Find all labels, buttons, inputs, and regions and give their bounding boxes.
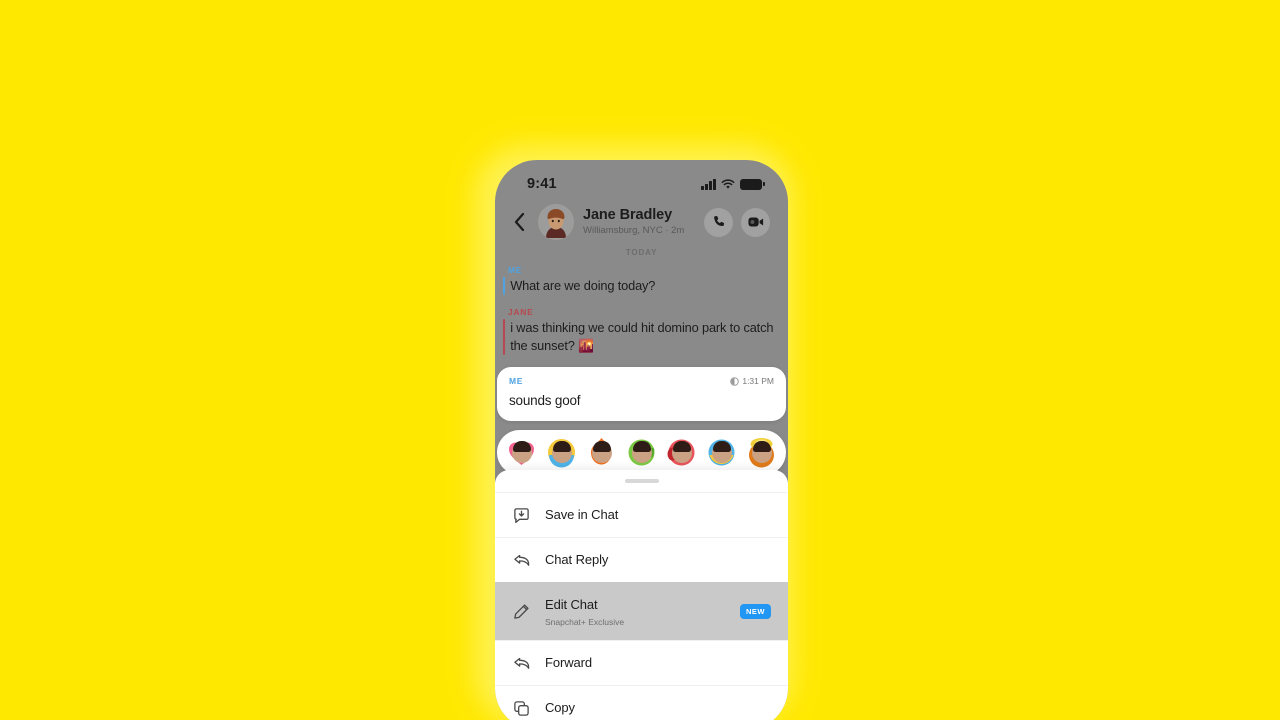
message-list: ME What are we doing today? JANE i was t…	[495, 265, 788, 356]
avatar[interactable]	[538, 204, 574, 240]
date-divider: TODAY	[625, 248, 658, 257]
peer-info: Jane Bradley Williamsburg, NYC · 2m	[583, 207, 695, 237]
status-bar-time: 9:41	[527, 176, 557, 192]
heart-reaction[interactable]	[506, 437, 537, 468]
saved-moon-icon	[730, 377, 740, 386]
bitmoji-face	[711, 440, 732, 463]
video-camera-icon[interactable]	[741, 207, 770, 237]
action-row-save-in-chat[interactable]: Save in Chat	[495, 492, 788, 537]
battery-icon	[740, 178, 765, 190]
action-row-copy[interactable]: Copy	[495, 685, 788, 720]
message-item[interactable]: ME What are we doing today?	[503, 265, 780, 296]
mind-blown-reaction[interactable]	[746, 437, 777, 468]
bitmoji-face	[671, 440, 692, 463]
action-row-label: Chat Reply	[545, 552, 609, 568]
header-actions	[704, 207, 770, 237]
back-chevron-icon[interactable]	[509, 213, 529, 231]
message-text: What are we doing today?	[510, 278, 656, 293]
action-row-label: Edit Chat	[545, 597, 598, 613]
message-sender-label: JANE	[508, 307, 534, 318]
save-in-chat-icon	[512, 506, 531, 525]
action-row-subtitle: Snapchat+ Exclusive	[545, 617, 625, 628]
peer-name: Jane Bradley	[583, 207, 673, 224]
action-row-label: Forward	[545, 655, 592, 670]
action-sheet: Save in Chat Chat Reply Edit Chat Snapch…	[495, 470, 788, 720]
message-item[interactable]: JANE i was thinking we could hit domino …	[503, 307, 780, 356]
status-badge: NEW	[740, 604, 771, 620]
reply-arrow-icon	[512, 551, 531, 570]
bitmoji-face	[631, 440, 652, 463]
bitmoji-face	[551, 440, 572, 463]
ring-reaction[interactable]	[546, 437, 577, 468]
bitmoji-face	[751, 440, 772, 463]
action-row-label: Copy	[545, 700, 575, 715]
phone-mockup: 9:41 Jane Bradley Williamsburg, NYC · 2m…	[495, 160, 788, 720]
message-accent-bar	[503, 319, 506, 356]
action-row-label: Save in Chat	[545, 507, 619, 523]
cry-reaction[interactable]	[706, 437, 737, 468]
message-text: i was thinking we could hit domino park …	[510, 320, 774, 354]
message-accent-bar	[503, 277, 506, 296]
bitmoji-face	[591, 440, 612, 463]
wifi-icon	[721, 178, 735, 190]
action-row-edit-chat[interactable]: Edit Chat Snapchat+ Exclusive NEW	[495, 582, 788, 640]
status-bar: 9:41	[495, 160, 788, 200]
status-bar-indicators	[701, 178, 765, 190]
sheet-drag-handle[interactable]	[624, 479, 659, 484]
phone-call-icon[interactable]	[704, 207, 733, 237]
chat-header: Jane Bradley Williamsburg, NYC · 2m	[495, 200, 788, 246]
focused-message-card[interactable]: ME 1:31 PM sounds goof	[497, 367, 786, 422]
bitmoji-face	[511, 440, 532, 463]
thumbs-up-reaction[interactable]	[626, 437, 657, 468]
focused-sender-label: ME	[509, 376, 524, 387]
pencil-edit-icon	[512, 602, 531, 621]
action-row-chat-reply[interactable]: Chat Reply	[495, 537, 788, 582]
angry-reaction[interactable]	[666, 437, 697, 468]
reaction-tray	[497, 430, 786, 476]
fire-reaction[interactable]	[586, 437, 617, 468]
focused-timestamp-text: 1:31 PM	[742, 376, 774, 387]
forward-arrow-icon	[512, 654, 531, 673]
action-row-forward[interactable]: Forward	[495, 640, 788, 685]
message-sender-label: ME	[508, 265, 523, 275]
cellular-bars-icon	[701, 178, 716, 190]
peer-subtitle: Williamsburg, NYC · 2m	[583, 224, 685, 236]
focused-timestamp: 1:31 PM	[730, 376, 774, 386]
focused-message-text: sounds goof	[509, 393, 581, 409]
copy-icon	[512, 699, 531, 718]
